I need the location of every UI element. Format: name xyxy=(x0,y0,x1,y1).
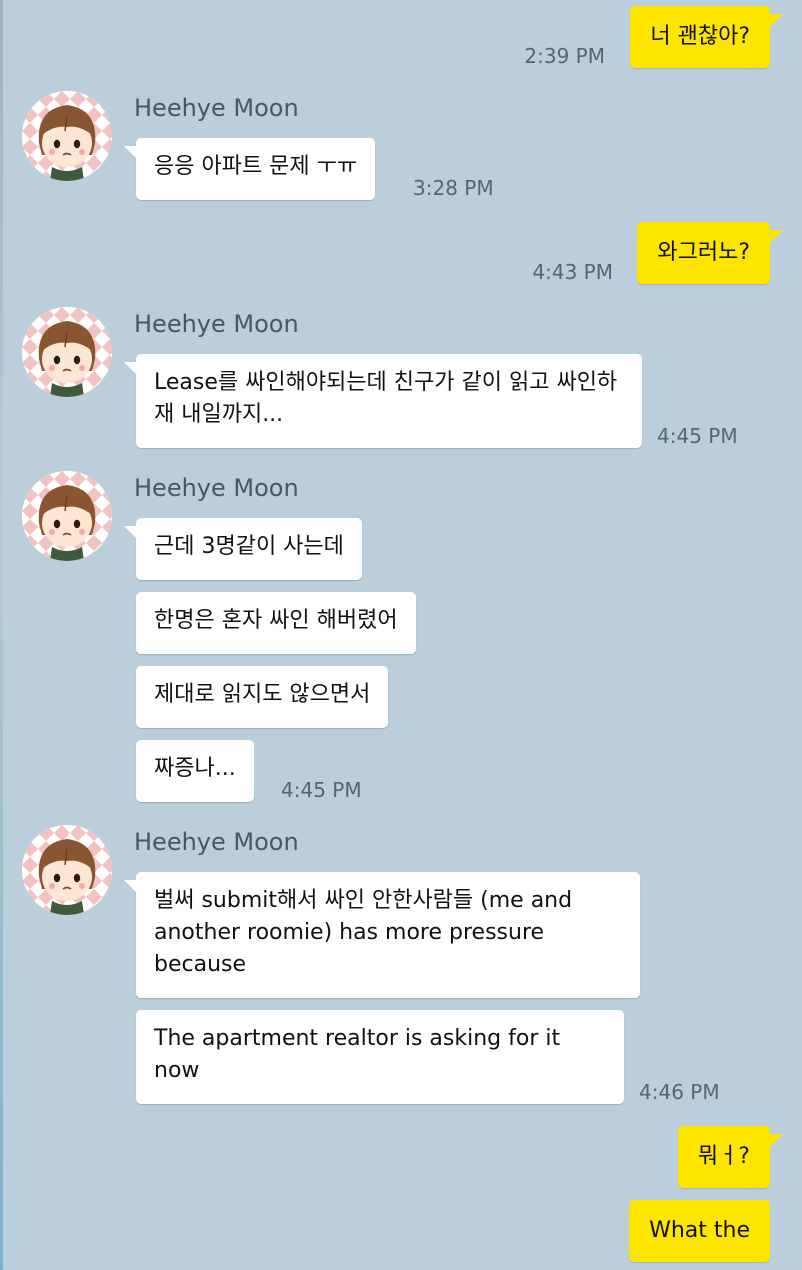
message-timestamp: 4:45 PM xyxy=(281,778,362,802)
message-text: 응응 아파트 문제 ㅜㅠ xyxy=(154,154,358,179)
message-text: 벌써 submit해서 싸인 안한사람들 (me and another roo… xyxy=(154,888,573,977)
outgoing-message[interactable]: 너 괜찮아? xyxy=(630,6,783,68)
message-text: 너 괜찮아? xyxy=(650,24,750,49)
message-timestamp: 4:43 PM xyxy=(532,260,613,284)
message-timestamp: 3:28 PM xyxy=(413,176,494,200)
avatar[interactable] xyxy=(22,91,112,181)
avatar[interactable] xyxy=(22,471,112,561)
outgoing-message[interactable]: What the xyxy=(629,1200,770,1262)
bubble-tail xyxy=(769,14,783,28)
sender-name: Heehye Moon xyxy=(134,828,299,856)
incoming-message[interactable]: 한명은 혼자 싸인 해버렸어 xyxy=(136,592,416,654)
outgoing-message[interactable]: 와그러노? xyxy=(637,222,783,284)
incoming-message[interactable]: 짜증나... xyxy=(136,740,254,802)
message-text: The apartment realtor is asking for it n… xyxy=(154,1026,561,1083)
message-text: 뭐ㅓ? xyxy=(697,1144,750,1169)
message-timestamp: 4:46 PM xyxy=(639,1080,720,1104)
message-text: 제대로 읽지도 않으면서 xyxy=(154,682,371,707)
message-text: What the xyxy=(649,1218,750,1243)
message-timestamp: 2:39 PM xyxy=(524,44,605,68)
outgoing-message[interactable]: 뭐ㅓ? xyxy=(677,1126,783,1188)
message-text: 근데 3명같이 사는데 xyxy=(154,534,344,559)
window-edge xyxy=(0,0,3,1270)
message-text: Lease를 싸인해야되는데 친구가 같이 읽고 싸인하재 내일까지... xyxy=(154,370,618,427)
message-text: 와그러노? xyxy=(657,240,750,265)
incoming-message[interactable]: The apartment realtor is asking for it n… xyxy=(136,1010,624,1104)
incoming-message[interactable]: 응응 아파트 문제 ㅜㅠ xyxy=(124,138,376,200)
incoming-message[interactable]: 근데 3명같이 사는데 xyxy=(124,518,362,580)
cartoon-girl-avatar-icon xyxy=(22,471,112,561)
avatar[interactable] xyxy=(22,825,112,915)
incoming-message[interactable]: 벌써 submit해서 싸인 안한사람들 (me and another roo… xyxy=(124,872,640,998)
incoming-message[interactable]: 제대로 읽지도 않으면서 xyxy=(136,666,389,728)
message-text: 짜증나... xyxy=(154,756,236,781)
avatar[interactable] xyxy=(22,307,112,397)
cartoon-girl-avatar-icon xyxy=(22,825,112,915)
message-text: 한명은 혼자 싸인 해버렸어 xyxy=(154,608,398,633)
bubble-tail xyxy=(769,1134,783,1148)
sender-name: Heehye Moon xyxy=(134,474,299,502)
sender-name: Heehye Moon xyxy=(134,310,299,338)
bubble-tail xyxy=(124,526,138,540)
bubble-tail xyxy=(769,230,783,244)
cartoon-girl-avatar-icon xyxy=(22,307,112,397)
sender-name: Heehye Moon xyxy=(134,94,299,122)
bubble-tail xyxy=(124,146,138,160)
incoming-message[interactable]: Lease를 싸인해야되는데 친구가 같이 읽고 싸인하재 내일까지... xyxy=(124,354,642,448)
cartoon-girl-avatar-icon xyxy=(22,91,112,181)
message-timestamp: 4:45 PM xyxy=(657,424,738,448)
bubble-tail xyxy=(124,880,138,894)
bubble-tail xyxy=(124,362,138,376)
